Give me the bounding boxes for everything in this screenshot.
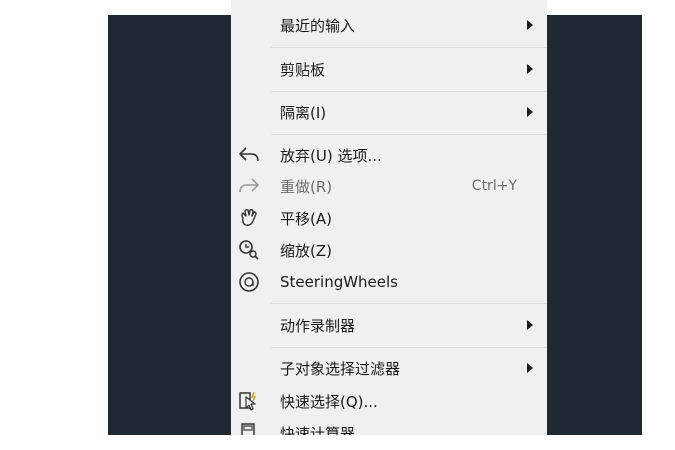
menu-item-steeringwheels[interactable]: SteeringWheels	[231, 267, 547, 297]
menu-item-zoom[interactable]: 缩放(Z)	[231, 235, 547, 265]
menu-separator	[271, 91, 547, 92]
quick-select-icon	[237, 390, 261, 412]
menu-item-label: 重做(R)	[280, 177, 333, 196]
menu-item-action-recorder[interactable]: 动作录制器	[231, 310, 547, 340]
menu-item-quick-select[interactable]: 快速选择(Q)...	[231, 386, 547, 416]
menu-item-label: 缩放(Z)	[280, 241, 332, 260]
steering-wheel-icon	[237, 271, 261, 293]
drawing-area-left	[108, 15, 231, 435]
menu-item-label: 隔离(I)	[280, 103, 327, 122]
menu-item-clipboard[interactable]: 剪贴板	[231, 54, 547, 84]
zoom-icon	[237, 239, 261, 261]
menu-separator	[271, 303, 547, 304]
submenu-arrow-icon	[527, 107, 533, 117]
context-menu: 最近的输入 剪贴板 隔离(I) 放弃(U) 选项... 重做(R) Ctrl+Y…	[231, 0, 547, 435]
pan-hand-icon	[237, 207, 261, 229]
menu-item-undo[interactable]: 放弃(U) 选项...	[231, 140, 547, 170]
menu-item-label: 子对象选择过滤器	[280, 359, 401, 378]
drawing-area-right	[546, 15, 642, 435]
menu-item-label: SteeringWheels	[280, 273, 399, 291]
menu-separator	[271, 347, 547, 348]
menu-item-label: 平移(A)	[280, 209, 332, 228]
menu-item-label: 快速选择(Q)...	[280, 392, 378, 411]
menu-item-quick-calc[interactable]: 快速计算器	[231, 418, 547, 435]
menu-item-label: 最近的输入	[280, 16, 356, 35]
menu-item-redo[interactable]: 重做(R) Ctrl+Y	[231, 171, 547, 201]
menu-item-shortcut: Ctrl+Y	[471, 178, 517, 194]
menu-item-recent-input[interactable]: 最近的输入	[231, 10, 547, 40]
menu-item-label: 动作录制器	[280, 316, 356, 335]
menu-item-label: 快速计算器	[280, 424, 356, 436]
menu-separator	[271, 47, 547, 48]
calculator-icon	[237, 422, 261, 435]
submenu-arrow-icon	[527, 20, 533, 30]
menu-item-label: 剪贴板	[280, 60, 326, 79]
submenu-arrow-icon	[527, 320, 533, 330]
redo-icon	[237, 175, 261, 197]
undo-icon	[237, 144, 261, 166]
menu-item-isolate[interactable]: 隔离(I)	[231, 97, 547, 127]
menu-item-subobject-filter[interactable]: 子对象选择过滤器	[231, 353, 547, 383]
menu-item-label: 放弃(U) 选项...	[280, 146, 382, 165]
submenu-arrow-icon	[527, 64, 533, 74]
submenu-arrow-icon	[527, 363, 533, 373]
menu-separator	[271, 134, 547, 135]
menu-item-pan[interactable]: 平移(A)	[231, 203, 547, 233]
